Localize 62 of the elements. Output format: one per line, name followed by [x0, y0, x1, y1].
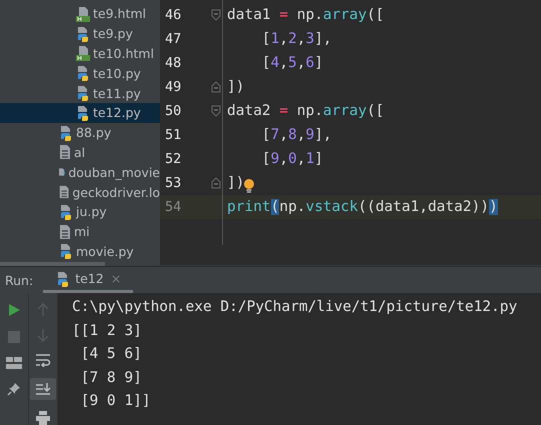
line-number: 50	[164, 103, 182, 119]
text-file-icon	[58, 224, 72, 240]
scrollbar[interactable]	[0, 262, 105, 266]
text-file-icon	[58, 184, 70, 200]
code-line: ])	[227, 175, 244, 191]
print-icon[interactable]	[35, 411, 51, 425]
line-number: 49	[164, 79, 182, 95]
python-file-icon	[75, 65, 91, 82]
python-file-icon	[75, 85, 91, 102]
html-file-icon	[75, 6, 91, 22]
html-file-icon	[75, 45, 91, 62]
python-file-icon	[58, 204, 74, 220]
tree-item[interactable]: te9.html	[0, 4, 160, 24]
scroll-to-end-button[interactable]	[30, 378, 56, 400]
python-file-icon	[58, 124, 74, 141]
code-line: [1,2,3],	[260, 31, 332, 47]
tree-item[interactable]: douban_movie	[0, 162, 160, 182]
code-line: [7,8,9],	[260, 127, 332, 143]
code-line: data1 = np.array([	[227, 7, 384, 23]
tree-item[interactable]: movie.py	[0, 242, 160, 262]
code-line: [9,0,1]	[260, 151, 324, 167]
code-line: ])	[227, 79, 244, 95]
tree-item[interactable]: mi	[0, 222, 160, 242]
line-number: 46	[164, 7, 182, 23]
console-line: [7 8 9]	[80, 370, 143, 388]
code-line: [4,5,6]	[260, 55, 324, 71]
tree-item[interactable]: geckodriver.lo	[0, 182, 160, 202]
soft-wrap-icon[interactable]	[35, 353, 51, 367]
console-line: [[1 2 3]	[72, 322, 143, 340]
fold-icon[interactable]	[211, 9, 221, 21]
run-label: Run:	[4, 272, 34, 290]
layout-icon[interactable]	[6, 357, 22, 369]
line-number: 53	[164, 175, 182, 191]
fold-icon[interactable]	[211, 177, 221, 189]
tree-item[interactable]: al	[0, 142, 160, 162]
console-line: C:\py\python.exe D:/PyCharm/live/t1/picture/te12.py	[72, 299, 518, 317]
line-number: 52	[164, 151, 182, 167]
tree-item[interactable]: te11.py	[0, 83, 160, 103]
python-file-icon	[75, 26, 91, 42]
lightbulb-icon[interactable]	[243, 178, 256, 194]
line-number: 54	[164, 199, 182, 215]
tree-item[interactable]: te12.py	[0, 102, 160, 123]
text-file-icon	[58, 144, 72, 160]
python-file-icon	[75, 104, 91, 121]
fold-icon[interactable]	[211, 105, 221, 117]
code-line: print(np.vstack((data1,data2)))	[227, 199, 498, 215]
line-number: 48	[164, 55, 182, 71]
code-line: data2 = np.array([	[227, 103, 384, 119]
tree-item[interactable]: te9.py	[0, 24, 160, 44]
tree-item[interactable]: te10.py	[0, 63, 160, 84]
console-line: [4 5 6]	[80, 346, 143, 364]
scroll-to-end-icon	[35, 382, 51, 396]
python-file-icon	[58, 243, 74, 260]
pin-icon[interactable]	[7, 382, 21, 396]
line-number: 51	[164, 127, 182, 143]
fold-icon[interactable]	[211, 81, 221, 93]
tree-item[interactable]: ju.py	[0, 202, 160, 222]
tree-item[interactable]: 88.py	[0, 122, 160, 143]
line-number: 47	[164, 31, 182, 47]
run-icon[interactable]	[7, 303, 21, 317]
console-line: [9 0 1]]	[80, 393, 152, 411]
tree-item[interactable]: te10.html	[0, 44, 160, 64]
